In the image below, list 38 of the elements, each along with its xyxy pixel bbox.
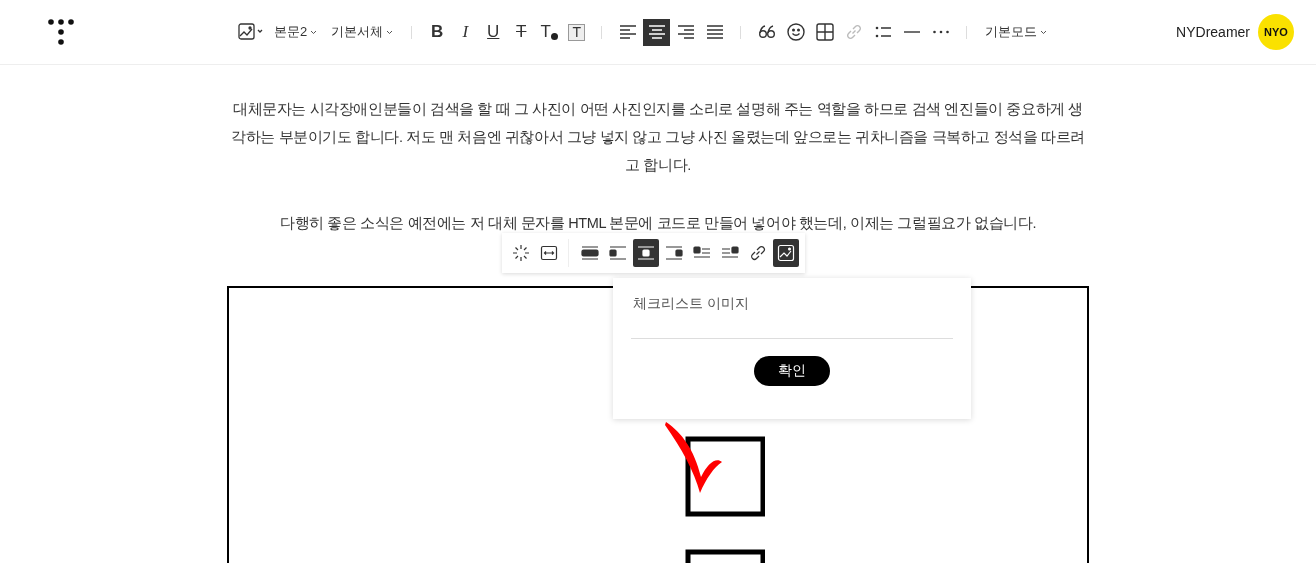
align-icon: [647, 24, 666, 40]
align-icon: [705, 24, 724, 40]
link-icon: [749, 244, 767, 262]
layout-icon: [665, 244, 683, 262]
confirm-button[interactable]: 확인: [754, 356, 830, 386]
smiley-icon: [785, 22, 806, 42]
text-color-button[interactable]: T: [536, 18, 563, 46]
caret-icon: [386, 29, 394, 35]
more-icon: [930, 30, 951, 34]
paragraph: 다행히 좋은 소식은 예전에는 저 대체 문자를 HTML 본문에 코드로 만들어 넣어야 했는데, 이제는 그럴필요가 없습니다.: [279, 214, 1037, 233]
fit-width-icon: [540, 244, 558, 262]
layout-icon: [637, 244, 655, 262]
underline-button[interactable]: U: [480, 18, 507, 46]
align-button[interactable]: [643, 18, 671, 46]
mode-dropdown[interactable]: 기본모드: [979, 18, 1054, 46]
sparkle-icon: [512, 244, 530, 262]
style-dropdown[interactable]: 본문2: [268, 18, 324, 46]
bold-button[interactable]: B: [424, 18, 451, 46]
paragraph: 대체문자는 시각장애인분들이 검색을 할 때 그 사진이 어떤 사진인지를 소리로 설명해 주는 역할을 하므로 검색 엔진들이 중요하게 생각하는 부분이기도 합니다. 저도 맨 처음엔 귀찮아서 그냥 넣지 않고 그냥 사진 올렸는데 앞으로는 귀차니즘을 극복하고 정석을 따르려고 합니다.: [230, 100, 1086, 175]
text-background-button[interactable]: T: [568, 23, 586, 41]
caret-icon: [310, 29, 318, 35]
logo-icon[interactable]: [48, 19, 74, 45]
table-icon: [814, 22, 835, 42]
italic-button[interactable]: I: [452, 18, 479, 46]
layout-icon: [581, 244, 599, 262]
strikethrough-button[interactable]: T: [508, 18, 535, 46]
alt-text-button[interactable]: [773, 239, 799, 267]
align-icon: [676, 24, 695, 40]
line-icon: [901, 30, 922, 34]
user-name[interactable]: NYDreamer: [1176, 24, 1250, 40]
user-avatar[interactable]: NYO: [1258, 14, 1294, 50]
align-icon: [618, 24, 637, 40]
image-icon: [777, 244, 795, 262]
image-icon: [238, 23, 264, 41]
image-layout-button[interactable]: [633, 239, 659, 267]
layout-icon: [609, 244, 627, 262]
caret-icon: [1040, 29, 1048, 35]
style-dropdown[interactable]: 기본서체: [325, 18, 400, 46]
